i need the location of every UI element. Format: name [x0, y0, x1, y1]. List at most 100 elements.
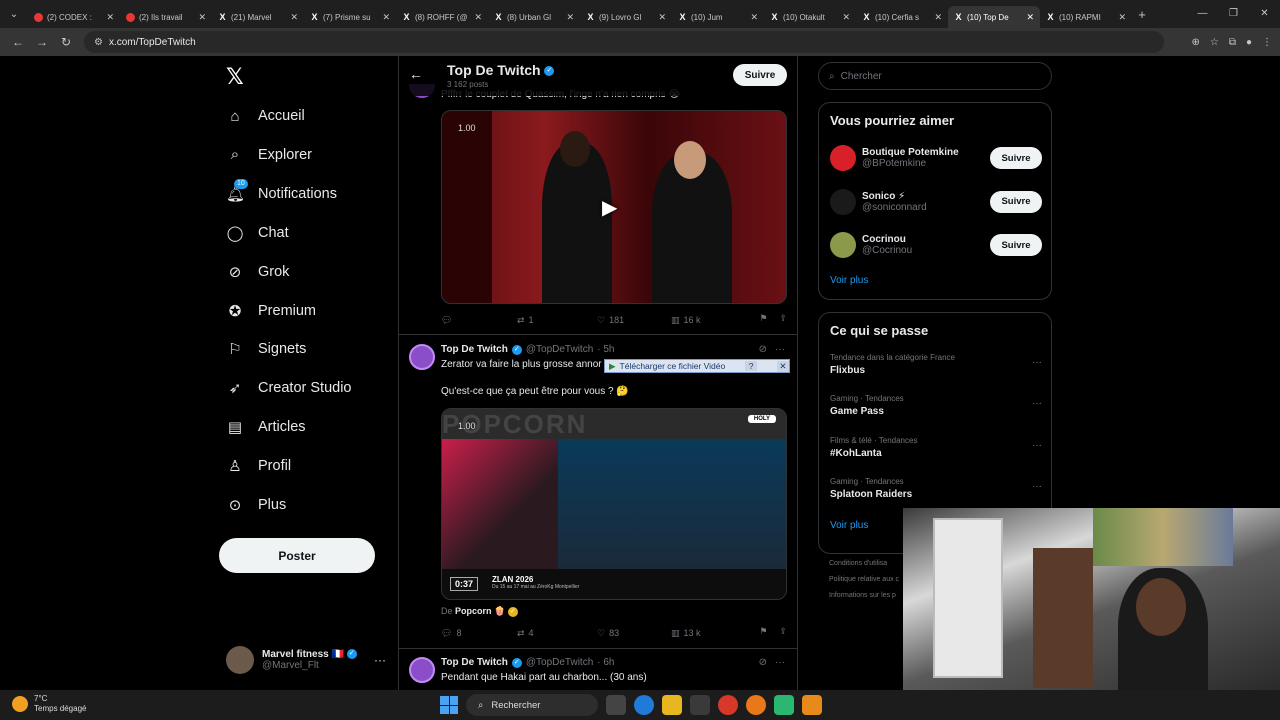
app-icon[interactable] — [774, 695, 794, 715]
tab-close-icon[interactable]: ✕ — [290, 12, 298, 23]
follow-button[interactable]: Suivre — [990, 190, 1042, 213]
nav-item-plus[interactable]: ⊙ Plus — [226, 490, 287, 520]
tab-close-icon[interactable]: ✕ — [1118, 12, 1126, 23]
like-button[interactable]: ♡ 83 — [597, 626, 671, 640]
footer-link[interactable]: Informations sur les p — [829, 588, 899, 604]
forward-icon[interactable]: → — [30, 35, 54, 49]
browser-tab[interactable]: X (8) Urban Gl ✕ — [488, 6, 580, 28]
repost-button[interactable]: ⇄ 4 — [517, 626, 597, 640]
browser-tab[interactable]: X (10) Top De ✕ — [948, 6, 1040, 28]
trend-item[interactable]: Gaming · Tendances Game Pass ··· — [830, 394, 1042, 424]
browser-tab[interactable]: X (8) ROHFF (@ ✕ — [396, 6, 488, 28]
browser-tab[interactable]: X (10) Cerfia s ✕ — [856, 6, 948, 28]
browser-tab[interactable]: X (10) RAPMI ✕ — [1040, 6, 1132, 28]
extensions-icon[interactable]: ⧉ — [1229, 37, 1236, 48]
browser-tab[interactable]: (2) Ils travail ✕ — [120, 6, 212, 28]
nav-item-creator-studio[interactable]: ➶ Creator Studio — [226, 373, 352, 403]
suggested-account[interactable]: Cocrinou @Cocrinou Suivre — [830, 230, 1042, 260]
share-icon[interactable]: ⇪ — [779, 626, 787, 640]
profile-icon[interactable]: ● — [1246, 37, 1252, 48]
who-voir-plus-link[interactable]: Voir plus — [830, 275, 868, 286]
store-icon[interactable] — [690, 695, 710, 715]
grok-icon[interactable]: ⊘ — [759, 657, 767, 668]
maximize-button[interactable]: ❐ — [1218, 0, 1249, 28]
nav-item-chat[interactable]: ◯ Chat — [226, 218, 289, 248]
nav-item-signets[interactable]: ⚐ Signets — [226, 334, 306, 364]
download-close-icon[interactable]: ✕ — [776, 360, 789, 372]
file-explorer-icon[interactable] — [662, 695, 682, 715]
share-icon[interactable]: ⇪ — [779, 313, 787, 327]
trends-voir-plus-link[interactable]: Voir plus — [830, 520, 868, 531]
browser-tab[interactable]: X (7) Prisme su ✕ — [304, 6, 396, 28]
reply-button[interactable]: 💬︎ 8 — [441, 626, 517, 640]
footer-link[interactable]: Politique relative aux c — [829, 572, 899, 588]
bookmark-star-icon[interactable]: ☆ — [1210, 37, 1219, 48]
taskbar-search[interactable]: ⌕ Rechercher — [466, 694, 598, 716]
nav-item-notifications[interactable]: 🔔︎ 10 Notifications — [226, 178, 337, 209]
tweet-handle[interactable]: @TopDeTwitch — [526, 344, 593, 355]
tweet-handle[interactable]: @TopDeTwitch — [526, 657, 593, 668]
search-input[interactable]: ⌕ Chercher — [818, 62, 1052, 90]
follow-button[interactable]: Suivre — [990, 234, 1042, 256]
nav-item-accueil[interactable]: ⌂ Accueil — [226, 101, 304, 131]
browser-tab[interactable]: X (10) Jum ✕ — [672, 6, 764, 28]
tweet-more-icon[interactable]: ··· — [775, 344, 785, 355]
nav-item-explorer[interactable]: ⌕ Explorer — [226, 140, 312, 170]
tweet-video[interactable]: 1.00 ▶ — [441, 110, 787, 304]
install-icon[interactable]: ⊕ — [1191, 37, 1199, 48]
nav-item-premium[interactable]: ✪ Premium — [226, 296, 316, 326]
tab-close-icon[interactable]: ✕ — [1026, 12, 1034, 23]
grok-icon[interactable]: ⊘ — [759, 344, 767, 355]
footer-link[interactable]: Conditions d'utilisa — [829, 556, 899, 572]
tab-close-icon[interactable]: ✕ — [658, 12, 666, 23]
tweet-display-name[interactable]: Top De Twitch — [441, 657, 508, 668]
browser-tab[interactable]: (2) CODEX : ✕ — [28, 6, 120, 28]
follow-button[interactable]: Suivre — [733, 64, 787, 86]
play-icon[interactable]: ▶ — [602, 195, 628, 221]
trend-more-icon[interactable]: ··· — [1032, 481, 1042, 492]
new-tab-button[interactable]: + — [1132, 7, 1152, 22]
minimize-button[interactable]: — — [1187, 0, 1218, 28]
chrome-icon[interactable] — [718, 695, 738, 715]
site-info-icon[interactable]: ⚙ — [94, 37, 103, 48]
repost-button[interactable]: ⇄ 1 — [517, 313, 597, 327]
suggested-account[interactable]: Boutique Potemkine @BPotemkine Suivre — [830, 143, 1042, 173]
tab-search-button[interactable]: ⌄ — [0, 0, 28, 28]
trend-item[interactable]: Tendance dans la catégorie France Flixbus… — [830, 353, 1042, 383]
tab-close-icon[interactable]: ✕ — [842, 12, 850, 23]
back-arrow-icon[interactable]: ← — [409, 66, 423, 82]
back-icon[interactable]: ← — [6, 35, 30, 49]
follow-button[interactable]: Suivre — [990, 147, 1042, 169]
edge-icon[interactable] — [634, 695, 654, 715]
download-help-icon[interactable]: ? — [745, 361, 758, 371]
download-video-bar[interactable]: ▶ Télécharger ce fichier Vidéo ? ✕ — [604, 359, 790, 373]
trend-item[interactable]: Films & télé · Tendances #KohLanta ··· — [830, 436, 1042, 466]
tweet-avatar[interactable] — [409, 344, 435, 370]
firefox-icon[interactable] — [746, 695, 766, 715]
tweet-display-name[interactable]: Top De Twitch — [441, 344, 508, 355]
tab-close-icon[interactable]: ✕ — [382, 12, 390, 23]
trend-item[interactable]: Gaming · Tendances Splatoon Raiders ··· — [830, 477, 1042, 507]
views-button[interactable]: ▥ 13 k — [671, 626, 755, 640]
post-button[interactable]: Poster — [219, 538, 375, 573]
browser-tab[interactable]: X (21) Marvel ✕ — [212, 6, 304, 28]
tab-close-icon[interactable]: ✕ — [750, 12, 758, 23]
nav-item-articles[interactable]: ▤ Articles — [226, 412, 306, 442]
x-logo-icon[interactable]: 𝕏 — [226, 64, 244, 90]
like-button[interactable]: ♡ 181 — [597, 313, 671, 327]
tweet-video[interactable]: POPCORN 1.00 HOLY 0:37 ZLAN 2026 Du 15 au… — [441, 408, 787, 600]
tweet-avatar[interactable] — [409, 657, 435, 683]
tweet-time[interactable]: · 6h — [597, 657, 614, 668]
reload-icon[interactable]: ↻ — [54, 35, 78, 49]
close-window-button[interactable]: ✕ — [1249, 0, 1280, 28]
tab-close-icon[interactable]: ✕ — [934, 12, 942, 23]
vlc-icon[interactable] — [802, 695, 822, 715]
tab-close-icon[interactable]: ✕ — [106, 12, 114, 23]
weather-widget[interactable]: 7°C Temps dégagé — [12, 694, 86, 714]
tweet-time[interactable]: · 5h — [597, 344, 614, 355]
browser-tab[interactable]: X (9) Lovro Gl ✕ — [580, 6, 672, 28]
browser-tab[interactable]: X (10) Otakult ✕ — [764, 6, 856, 28]
tab-close-icon[interactable]: ✕ — [566, 12, 574, 23]
windows-start-icon[interactable] — [440, 696, 458, 714]
bookmark-icon[interactable]: ⚑ — [759, 626, 767, 640]
